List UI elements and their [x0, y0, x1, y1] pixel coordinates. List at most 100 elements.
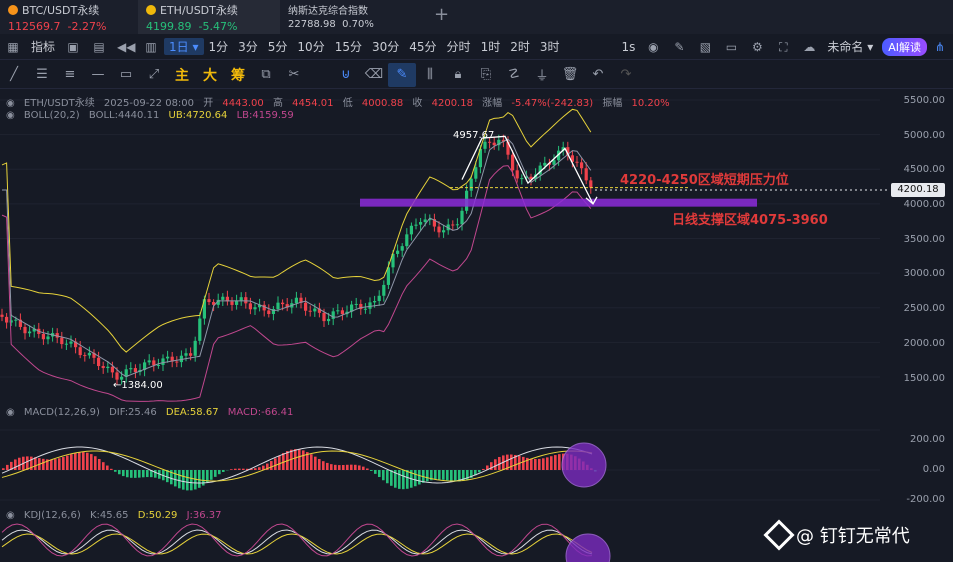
- interval-selected[interactable]: 1日 ▾: [164, 38, 204, 55]
- macd-histogram-bar: [406, 470, 409, 489]
- candle-body: [327, 318, 331, 322]
- rewind-icon[interactable]: ◀◀: [117, 40, 135, 54]
- macd-histogram-bar: [378, 470, 381, 478]
- boll-label: BOLL(20,2): [23, 110, 80, 121]
- filter-icon[interactable]: ⏚: [528, 65, 556, 84]
- macd-histogram-bar: [82, 452, 85, 470]
- interval-30m[interactable]: 30分: [367, 38, 404, 55]
- redo-icon[interactable]: ↷: [612, 67, 640, 82]
- support-band: [360, 198, 757, 207]
- macd-histogram-bar: [442, 470, 445, 480]
- camera-icon[interactable]: ◉: [645, 40, 661, 54]
- fib-icon[interactable]: ≡: [56, 67, 84, 82]
- horizontal-line-icon[interactable]: —: [84, 67, 112, 82]
- price-axis-label: 4000.00: [903, 199, 945, 210]
- draw-icon[interactable]: ☡: [500, 67, 528, 82]
- macd-histogram-bar: [42, 458, 45, 470]
- indicator-icon[interactable]: ▦: [5, 40, 21, 54]
- lock-icon[interactable]: 🔒︎: [444, 67, 472, 82]
- macd-histogram-bar: [126, 470, 129, 478]
- low-price-label: ←1384.00: [113, 380, 163, 391]
- tab-change: -5.47%: [198, 20, 238, 33]
- interval-3h[interactable]: 3时: [535, 38, 565, 55]
- candle-body: [368, 302, 372, 309]
- cloud-icon[interactable]: ☁: [801, 40, 817, 54]
- candle-body: [115, 372, 119, 380]
- macd-histogram-bar: [6, 464, 9, 470]
- layout-name-dropdown[interactable]: 未命名 ▾: [822, 38, 878, 55]
- eye-icon[interactable]: ◉: [6, 98, 15, 109]
- macd-histogram-bar: [2, 468, 5, 470]
- candle-body: [14, 319, 18, 321]
- indicators-button[interactable]: 指标: [26, 38, 60, 55]
- share-icon[interactable]: ⋔: [932, 40, 948, 54]
- candle-icon[interactable]: ⫼: [416, 67, 444, 82]
- interval-10m[interactable]: 10分: [292, 38, 329, 55]
- trend-line-icon[interactable]: ╱: [0, 67, 28, 82]
- undo-icon[interactable]: ↶: [584, 67, 612, 82]
- candlestick-chart[interactable]: [0, 90, 953, 562]
- eye-icon[interactable]: ◉: [6, 510, 15, 521]
- template-icon[interactable]: ▧: [697, 40, 713, 54]
- macd-histogram-bar: [214, 470, 217, 477]
- macd-histogram-bar: [66, 455, 69, 470]
- tools-icon[interactable]: ✂: [280, 67, 308, 82]
- interval-1m[interactable]: 1分: [204, 38, 234, 55]
- macd-histogram-bar: [130, 470, 133, 478]
- grid-icon[interactable]: ▤: [91, 40, 107, 54]
- copy-icon[interactable]: ⎘: [472, 67, 500, 82]
- candle-body: [423, 219, 427, 223]
- add-tab-icon[interactable]: +: [434, 4, 449, 25]
- macd-histogram-bar: [530, 458, 533, 470]
- interval-45m[interactable]: 45分: [404, 38, 441, 55]
- close-label: 收: [412, 98, 423, 109]
- parallel-lines-icon[interactable]: ☰: [28, 67, 56, 82]
- big-order-toggle[interactable]: 大: [196, 65, 224, 85]
- candle-body: [520, 178, 524, 180]
- eye-icon[interactable]: ◉: [6, 407, 15, 418]
- interval-5m[interactable]: 5分: [263, 38, 293, 55]
- eraser-icon[interactable]: ⌫: [360, 67, 388, 82]
- tab-nasdaq[interactable]: 纳斯达克综合指数 22788.98 0.70%: [280, 0, 430, 34]
- interval-timeshare[interactable]: 分时: [442, 38, 476, 55]
- calendar-icon[interactable]: ▣: [65, 40, 81, 54]
- high-label: 高: [272, 98, 283, 109]
- macd-histogram-bar: [110, 468, 113, 470]
- tab-btc[interactable]: BTC/USDT永续 112569.7 -2.27%: [0, 0, 138, 34]
- candle-body: [575, 161, 579, 163]
- interval-2h[interactable]: 2时: [505, 38, 535, 55]
- tab-eth[interactable]: ETH/USDT永续 4199.89 -5.47%: [138, 0, 280, 34]
- price-axis-label: 1500.00: [903, 373, 945, 384]
- candle-body: [460, 210, 464, 225]
- pen-icon[interactable]: ✎: [671, 40, 687, 54]
- compare-icon[interactable]: ⧉: [252, 67, 280, 82]
- layout-icon[interactable]: ▭: [723, 40, 739, 54]
- amp-label: 振幅: [602, 98, 623, 109]
- fullscreen-icon[interactable]: ⛶: [775, 40, 791, 54]
- rectangle-icon[interactable]: ▭: [112, 67, 140, 82]
- candle-body: [543, 162, 547, 166]
- columns-icon[interactable]: ▥: [143, 40, 159, 54]
- brush-icon[interactable]: ✎: [388, 62, 416, 87]
- main-chart-toggle[interactable]: 主: [168, 65, 196, 85]
- macd-histogram-bar: [362, 466, 365, 470]
- eye-icon[interactable]: ◉: [6, 110, 15, 121]
- macd-histogram-bar: [554, 455, 557, 470]
- brand-logo-icon: [763, 519, 795, 551]
- settings-icon[interactable]: ⚙: [749, 40, 765, 54]
- macd-histogram-bar: [254, 468, 257, 470]
- trash-icon[interactable]: 🗑︎: [556, 67, 584, 82]
- seconds-button[interactable]: 1s: [616, 40, 640, 54]
- interval-15m[interactable]: 15分: [330, 38, 367, 55]
- macd-histogram-bar: [346, 464, 349, 470]
- interval-3m[interactable]: 3分: [233, 38, 263, 55]
- ai-analysis-button[interactable]: AI解读: [882, 37, 927, 56]
- price-axis-label: 2500.00: [903, 303, 945, 314]
- macd-histogram-bar: [26, 456, 29, 470]
- interval-1h[interactable]: 1时: [476, 38, 506, 55]
- macd-histogram-bar: [238, 468, 241, 470]
- kdj-k: K:45.65: [89, 510, 129, 521]
- measure-icon[interactable]: ⤢: [140, 67, 168, 82]
- chip-toggle[interactable]: 筹: [224, 65, 252, 85]
- magnet-icon[interactable]: ⊍: [332, 67, 360, 82]
